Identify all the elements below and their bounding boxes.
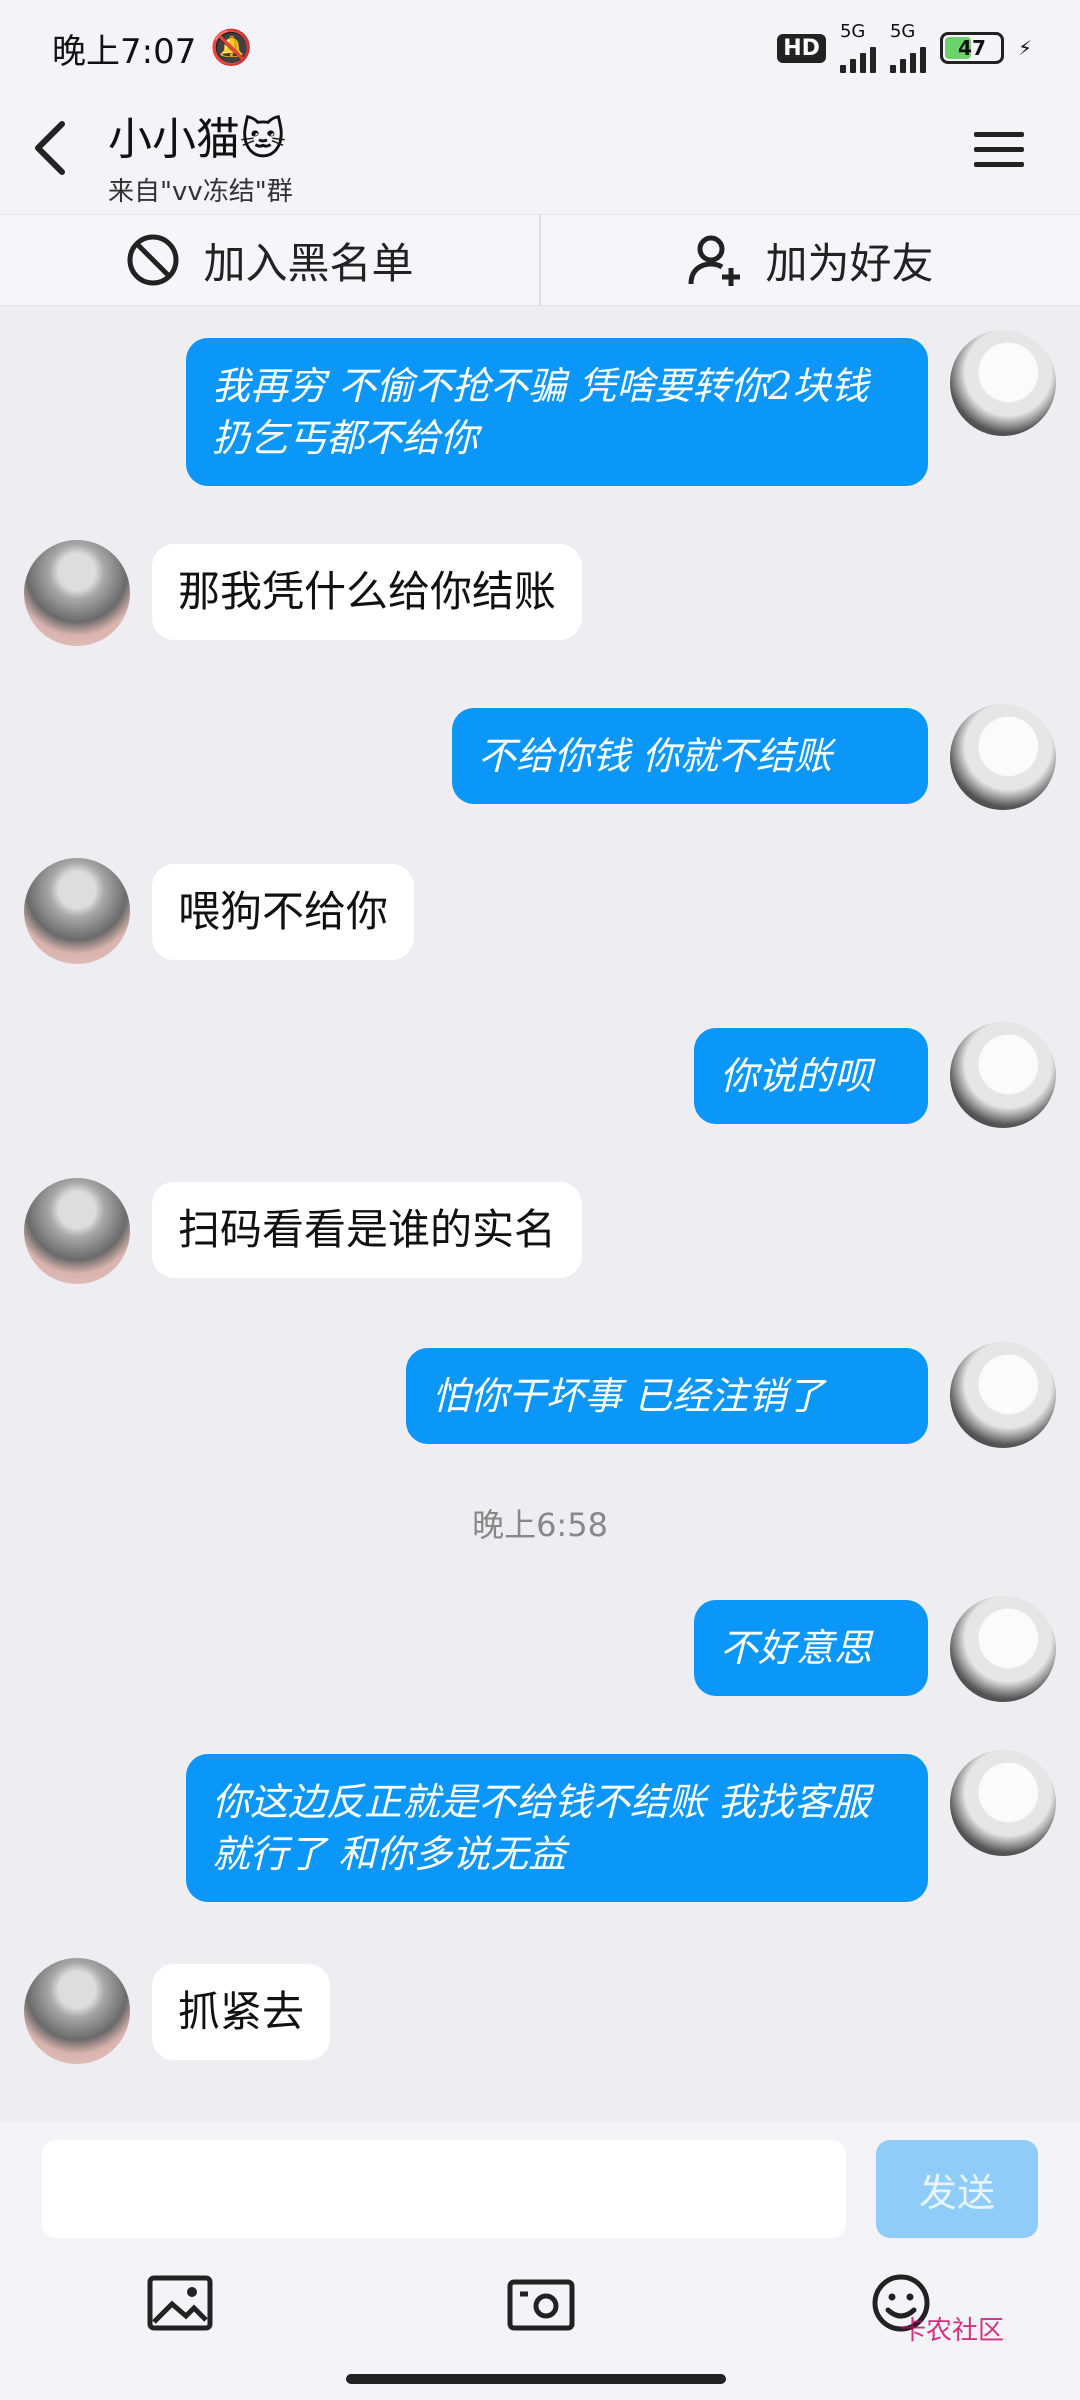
block-button[interactable]: 加入黑名单 [0, 215, 539, 305]
hd-badge: HD [777, 33, 826, 63]
block-label: 加入黑名单 [203, 238, 414, 288]
avatar[interactable] [24, 1178, 130, 1284]
signal-1: 5G [839, 23, 876, 73]
add-friend-label: 加为好友 [765, 238, 934, 288]
message-input[interactable] [42, 2140, 846, 2238]
action-bar: 加入黑名单 加为好友 [0, 214, 1080, 306]
watermark: 卡农社区 [900, 2316, 1005, 2346]
avatar[interactable] [24, 1958, 130, 2064]
avatar[interactable] [24, 540, 130, 646]
send-button[interactable]: 发送 [876, 2140, 1038, 2238]
message-bubble-outgoing[interactable]: 不给你钱 你就不结账 [452, 708, 928, 804]
avatar[interactable] [950, 1750, 1056, 1856]
add-user-icon [688, 235, 741, 286]
message-bubble-outgoing[interactable]: 怕你干坏事 已经注销了 [406, 1348, 928, 1444]
chat-title: 小小猫🐱 [108, 113, 286, 165]
avatar[interactable] [950, 330, 1056, 436]
chat-subtitle: 来自"vv冻结"群 [108, 176, 293, 207]
status-bar: 晚上7:07 🔕 HD 5G 5G 47 ⚡ [0, 0, 1080, 96]
chevron-left-icon [35, 120, 65, 175]
signal-2: 5G [889, 23, 926, 73]
message-bubble-incoming[interactable]: 喂狗不给你 [152, 864, 415, 960]
avatar[interactable] [950, 1022, 1056, 1128]
message-bubble-outgoing[interactable]: 你说的呗 [694, 1028, 928, 1124]
avatar[interactable] [950, 1596, 1056, 1702]
message-bubble-outgoing[interactable]: 我再穷 不偷不抢不骗 凭啥要转你2块钱 扔乞丐都不给你 [186, 338, 928, 486]
avatar[interactable] [950, 1342, 1056, 1448]
avatar[interactable] [950, 704, 1056, 810]
add-friend-button[interactable]: 加为好友 [539, 215, 1080, 305]
battery-icon: 47 [939, 32, 1004, 64]
status-time: 晚上7:07 [52, 31, 197, 72]
message-bubble-incoming[interactable]: 扫码看看是谁的实名 [152, 1182, 583, 1278]
message-bubble-incoming[interactable]: 抓紧去 [152, 1964, 331, 2060]
message-bubble-outgoing[interactable]: 你这边反正就是不给钱不结账 我找客服就行了 和你多说无益 [186, 1754, 928, 1902]
image-button[interactable] [146, 2272, 216, 2334]
image-icon [147, 2275, 213, 2331]
mute-icon: 🔕 [210, 28, 253, 68]
block-icon [127, 234, 179, 286]
home-indicator[interactable] [346, 2374, 726, 2384]
avatar[interactable] [24, 858, 130, 964]
back-button[interactable] [30, 118, 90, 193]
hamburger-icon [974, 132, 1024, 137]
camera-icon [507, 2279, 575, 2331]
charging-icon: ⚡ [1017, 36, 1032, 60]
message-bubble-outgoing[interactable]: 不好意思 [694, 1600, 928, 1696]
composer: 发送 [0, 2122, 1080, 2400]
menu-button[interactable] [974, 122, 1024, 177]
timestamp: 晚上6:58 [472, 1506, 608, 1544]
camera-button[interactable] [506, 2272, 576, 2334]
chat-header: 小小猫🐱 来自"vv冻结"群 [0, 96, 1080, 214]
message-bubble-incoming[interactable]: 那我凭什么给你结账 [152, 544, 583, 640]
